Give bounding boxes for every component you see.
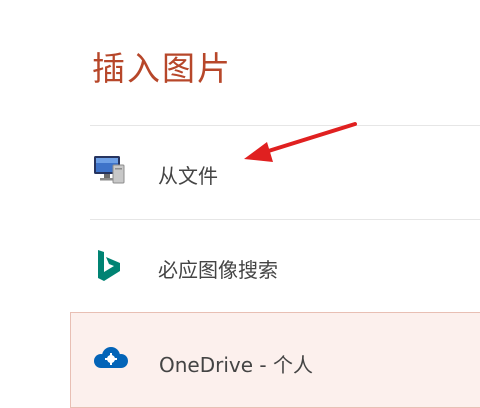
option-label: 从文件 [158, 164, 218, 188]
option-onedrive-personal[interactable]: OneDrive - 个人 [70, 312, 480, 408]
onedrive-icon [91, 345, 131, 377]
option-label: OneDrive - 个人 [159, 353, 313, 377]
divider [90, 219, 480, 220]
computer-icon [92, 154, 128, 190]
dialog-title: 插入图片 [92, 49, 232, 88]
option-bing-image-search[interactable]: 必应图像搜索 [70, 221, 480, 315]
bing-icon [96, 248, 122, 288]
option-from-file[interactable]: 从文件 [70, 127, 480, 221]
divider [90, 125, 480, 126]
option-label: 必应图像搜索 [158, 258, 278, 282]
